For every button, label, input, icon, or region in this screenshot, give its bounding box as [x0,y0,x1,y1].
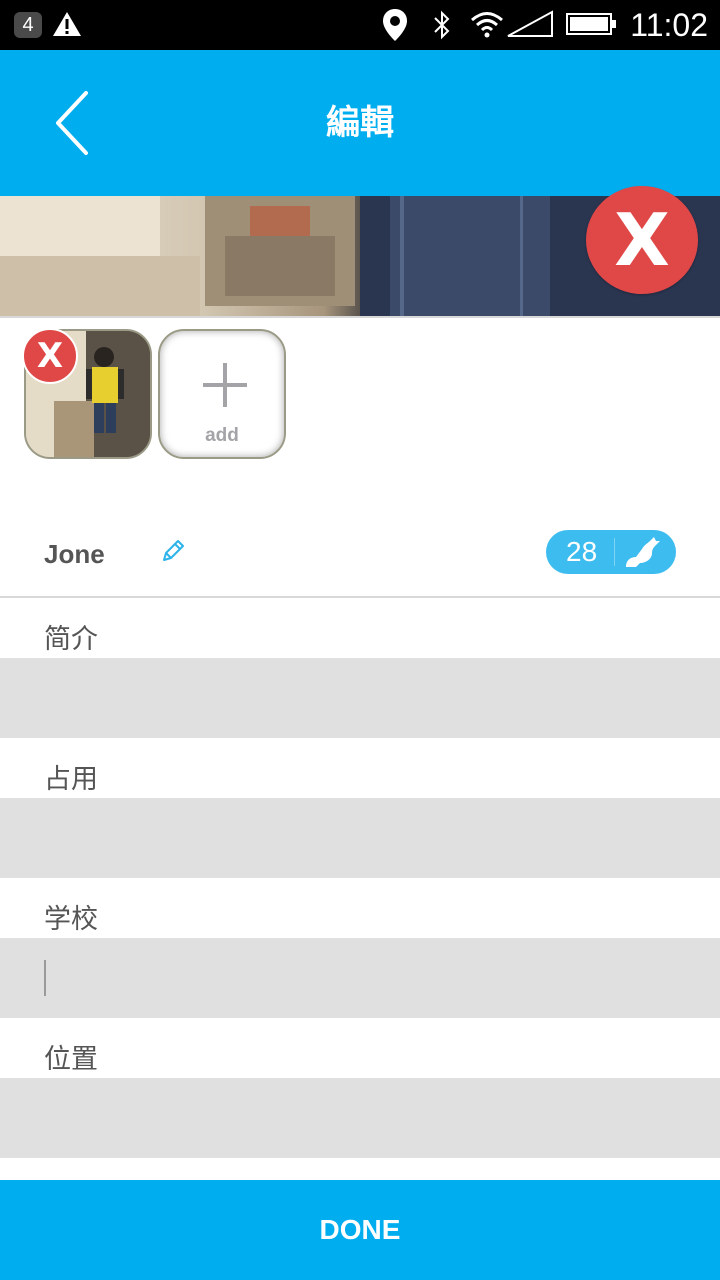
remove-photo-button[interactable]: X [22,328,78,384]
location-label: 位置 [44,1044,98,1075]
location-input[interactable] [0,1078,720,1158]
divider [0,596,720,598]
wifi-icon [471,12,503,38]
capricorn-icon [626,537,660,567]
age-zodiac-badge: 28 [546,530,676,574]
text-cursor [44,960,46,996]
occupation-input[interactable] [0,798,720,878]
signal-icon [507,10,553,37]
bio-input[interactable] [0,658,720,738]
battery-icon [566,13,616,35]
status-bar: 4 11:02 [0,0,720,50]
done-button[interactable]: DONE [0,1180,720,1280]
bio-label: 简介 [44,624,98,655]
plus-icon [203,363,247,407]
remove-cover-button[interactable]: X [586,186,698,294]
school-input[interactable] [0,938,720,1018]
profile-name: Jone [44,539,105,569]
app-bar: 編輯 [0,50,720,196]
alert-icon [53,12,81,36]
add-photo-button[interactable]: add [158,329,286,459]
notification-count-badge: 4 [14,12,42,38]
pencil-icon[interactable] [160,538,186,564]
school-label: 学校 [44,904,98,935]
bluetooth-icon [434,10,450,40]
add-photo-label: add [205,425,239,446]
location-icon [383,9,407,41]
clock: 11:02 [630,7,708,43]
page-title: 編輯 [326,103,394,143]
divider [0,316,720,318]
badge-separator [614,538,615,566]
age-value: 28 [566,536,598,567]
occupation-label: 占用 [44,764,98,795]
